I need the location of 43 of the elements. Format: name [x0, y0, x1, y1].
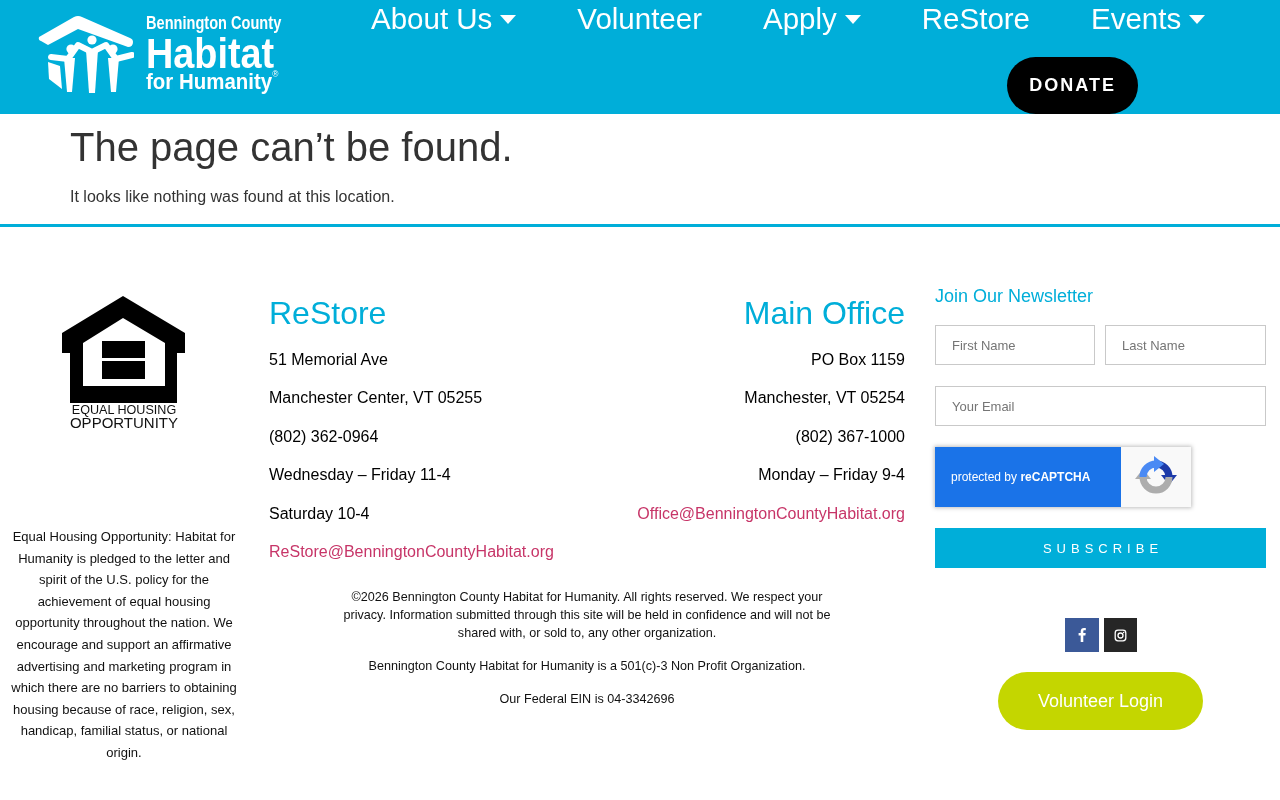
logo-text: Bennington County — [146, 14, 282, 32]
caret-icon — [1189, 14, 1206, 24]
section-heading: ReStore — [269, 294, 387, 332]
email-link[interactable]: Office@BenningtonCountyHabitat.org — [637, 494, 905, 534]
info-text: (802) 367-1000 — [795, 426, 905, 447]
page-title: The page can’t be found. — [70, 124, 513, 171]
info-text: 51 Memorial Ave — [269, 349, 388, 370]
nav-link[interactable]: Apply — [763, 0, 861, 38]
subscribe-button[interactable]: SUBSCRIBE — [935, 528, 1266, 568]
caret-icon — [500, 14, 517, 24]
instagram-icon[interactable] — [1103, 618, 1137, 652]
nav-link[interactable]: Events — [1091, 0, 1206, 38]
input-field[interactable]: Last Name — [1105, 325, 1266, 365]
logo-text: EQUAL HOUSING — [71, 404, 177, 416]
roof-figures-icon — [38, 15, 134, 93]
legal-text: Our Federal EIN is 04-3342696 — [498, 690, 676, 708]
info-text: (802) 362-0964 — [269, 426, 379, 447]
info-text: PO Box 1159 — [811, 349, 905, 370]
info-text: Monday – Friday 9-4 — [758, 465, 905, 486]
nav-link[interactable]: About Us — [371, 0, 517, 38]
house-equal-sign-icon — [62, 296, 186, 403]
donate-button[interactable]: DONATE — [1007, 57, 1138, 114]
email-link[interactable]: ReStore@BenningtonCountyHabitat.org — [269, 533, 554, 572]
legal-text: ©2026 Bennington County Habitat for Humanity. All rights reserved. We respect your privacy. Information submitted through this site will be held in confidence and will not be shared with, or sold to, any other organization. — [342, 588, 832, 642]
recaptcha-text: protected by reCAPTCHA — [935, 447, 1121, 507]
info-text: Manchester, VT 05254 — [744, 388, 905, 409]
nav-link[interactable]: Volunteer — [577, 0, 702, 38]
section-heading: Main Office — [743, 294, 905, 332]
caret-icon — [844, 14, 861, 24]
logo-text: for Humanity$^{®}$ — [146, 71, 279, 93]
info-text: Saturday 10-4 — [269, 503, 370, 524]
info-text: Manchester Center, VT 05255 — [269, 388, 483, 409]
newsletter-heading: Join Our Newsletter — [935, 285, 1094, 307]
legal-text: Bennington County Habitat for Humanity is a 501(c)-3 Non Profit Organization. — [367, 657, 807, 675]
nav-link[interactable]: ReStore — [921, 0, 1031, 38]
statement-text: Equal Housing Opportunity: Habitat for Humanity is pledged to the letter and spirit of the U.S. policy for the achievement of equal housing opportunity throughout the nation. We encourage and support an affirmative advertising and marketing program in which there are no barriers to obtaining housing because of race, religion, sex, handicap, familial status, or national origin. — [10, 528, 238, 762]
page-message: It looks like nothing was found at this location. — [70, 187, 395, 207]
logo-text: OPPORTUNITY — [69, 416, 179, 429]
info-text: Wednesday – Friday 11-4 — [269, 465, 451, 486]
facebook-icon[interactable] — [1064, 618, 1099, 652]
input-field[interactable]: Your Email — [935, 386, 1266, 426]
volunteer-login-button[interactable]: Volunteer Login — [997, 672, 1204, 730]
input-field[interactable]: First Name — [935, 325, 1095, 365]
